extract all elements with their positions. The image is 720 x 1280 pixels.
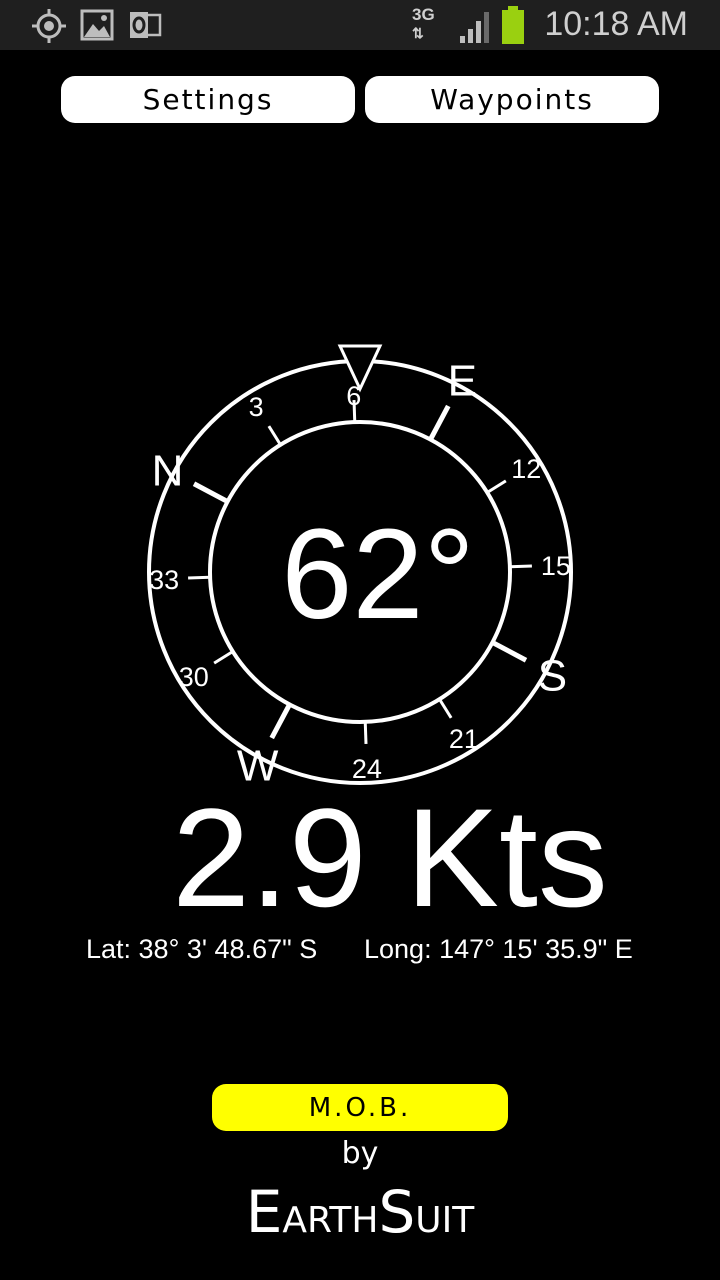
compass-cardinal-s: S — [538, 651, 567, 700]
by-label: by — [341, 1136, 379, 1171]
compass-degree-label: 3 — [249, 392, 264, 422]
longitude-readout: Long: 147° 15' 35.9" E — [364, 934, 633, 964]
compass-tick — [438, 698, 453, 719]
compass-tick — [267, 425, 282, 446]
compass-degree-label: 12 — [511, 454, 541, 484]
mob-button[interactable]: M.O.B. — [212, 1084, 508, 1131]
compass-tick — [491, 640, 528, 663]
compass-cardinal-e: E — [448, 357, 477, 406]
speed-readout: 2.9 Kts — [172, 779, 608, 936]
compass-cardinal-n: N — [152, 447, 184, 496]
compass-dial: NESW3 6121521243033 62° — [147, 344, 573, 790]
compass-degree-label: 15 — [541, 551, 571, 581]
latitude-readout: Lat: 38° 3' 48.67" S — [86, 934, 318, 964]
compass-tick — [486, 479, 507, 494]
compass-tick — [213, 650, 234, 665]
heading-readout: 62° — [281, 503, 475, 646]
compass-degree-label: 33 — [149, 565, 179, 595]
compass-tick — [188, 575, 211, 580]
compass-tick — [509, 564, 532, 569]
compass-tick — [269, 703, 292, 740]
compass-degree-label: 21 — [449, 724, 479, 754]
compass-tick — [363, 721, 368, 744]
brand-logo: EARTHSUIT — [245, 1178, 475, 1246]
compass-tick — [192, 481, 229, 504]
compass-degree-label: 30 — [179, 662, 209, 692]
compass-tick — [428, 404, 451, 441]
